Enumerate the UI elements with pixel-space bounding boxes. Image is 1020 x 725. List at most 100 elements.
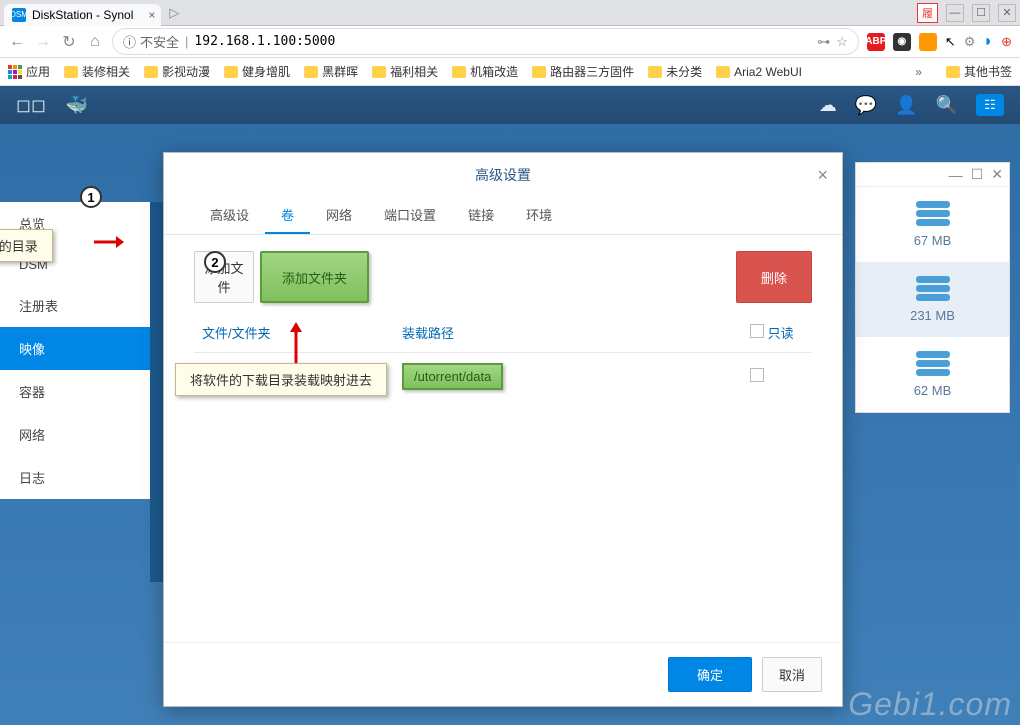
bookmark-item[interactable]: 机箱改造 [452, 63, 518, 80]
close-window-icon[interactable]: ✕ [998, 4, 1016, 22]
folder-icon [648, 66, 662, 78]
key-icon[interactable]: ⊶ [817, 34, 830, 50]
cell-mount: /utorrent/data [394, 353, 742, 401]
bookmark-item[interactable]: 路由器三方固件 [532, 63, 634, 80]
search-icon[interactable]: 🔍 [936, 95, 958, 116]
tab-link[interactable]: 链接 [452, 197, 510, 234]
readonly-checkbox[interactable] [750, 368, 764, 382]
cancel-button[interactable]: 取消 [762, 657, 822, 692]
folder-icon [452, 66, 466, 78]
folder-icon [64, 66, 78, 78]
sidebar-item-network[interactable]: 网络 [0, 413, 150, 456]
other-bookmarks[interactable]: 其他书签 [946, 63, 1012, 80]
widget-icon[interactable]: ☁ [819, 95, 837, 116]
cell-readonly [742, 353, 812, 401]
star-icon[interactable]: ☆ [836, 34, 848, 50]
browser-tab-bar: DSM DiskStation - Synol × ▷ 履 — ☐ ✕ [0, 0, 1020, 26]
mount-path-highlight: /utorrent/data [402, 363, 503, 390]
info-icon: ⓘ [123, 32, 136, 51]
ext-icon-4[interactable]: ⊕ [1001, 34, 1012, 50]
reload-icon[interactable]: ↻ [60, 32, 78, 52]
ext-icon-3[interactable]: ◗ [983, 33, 993, 51]
bookmark-item[interactable]: 福利相关 [372, 63, 438, 80]
address-bar: ← → ↻ ⌂ ⓘ 不安全 | 192.168.1.100:5000 ⊶ ☆ A… [0, 26, 1020, 58]
database-icon [916, 276, 950, 302]
modal-close-icon[interactable]: × [817, 165, 828, 186]
gear-ext-icon[interactable]: ⚙ [964, 34, 976, 50]
col-mount[interactable]: 装载路径 [394, 313, 742, 353]
sidebar-item-container[interactable]: 容器 [0, 370, 150, 413]
extension-badge[interactable]: 履 [917, 3, 938, 23]
docker-icon[interactable]: 🐳 [66, 95, 88, 116]
folder-icon [144, 66, 158, 78]
add-folder-button[interactable]: 添加文件夹 [260, 251, 369, 303]
dsm-menu-icon[interactable]: ◻◻ [16, 95, 46, 116]
bookmark-item[interactable]: 影视动漫 [144, 63, 210, 80]
storage-item[interactable]: 62 MB [856, 337, 1009, 412]
maximize-panel-icon[interactable]: ☐ [971, 166, 984, 183]
back-icon[interactable]: ← [8, 33, 26, 51]
pinned-icon[interactable]: ☷ [976, 94, 1004, 116]
sidebar-item-log[interactable]: 日志 [0, 456, 150, 499]
arrow-icon [94, 234, 124, 250]
folder-icon [716, 66, 730, 78]
arrow-icon [288, 322, 304, 364]
annotation-marker-1: 1 [80, 186, 102, 208]
pointer-icon[interactable]: ↖ [945, 34, 956, 50]
abp-icon[interactable]: ABP [867, 33, 885, 51]
folder-icon [532, 66, 546, 78]
ok-button[interactable]: 确定 [668, 657, 752, 692]
new-tab-icon[interactable]: ▷ [169, 5, 179, 21]
annotation-note-2: 将软件的下载目录装载映射进去 [175, 363, 387, 396]
storage-item[interactable]: 231 MB [856, 262, 1009, 337]
user-icon[interactable]: 👤 [895, 95, 917, 116]
bookmark-bar: 应用 装修相关 影视动漫 健身增肌 黑群晖 福利相关 机箱改造 路由器三方固件 … [0, 58, 1020, 86]
annotation-marker-2: 2 [204, 251, 226, 273]
tab-volume[interactable]: 卷 [265, 197, 310, 234]
notification-icon[interactable]: 💬 [855, 95, 877, 116]
database-icon [916, 351, 950, 377]
storage-item[interactable]: 67 MB [856, 187, 1009, 262]
bookmark-item[interactable]: 未分类 [648, 63, 702, 80]
checkbox[interactable] [750, 324, 764, 338]
security-info[interactable]: ⓘ 不安全 [123, 32, 179, 51]
dsm-desktop: ◻◻ 🐳 ☁ 💬 👤 🔍 ☷ 总览 DSM 注册表 映像 容器 网络 日志 — … [0, 86, 1020, 725]
tab-advanced[interactable]: 高级设 [194, 197, 265, 234]
modal-toolbar: 添加文件 添加文件夹 删除 [164, 235, 842, 313]
close-panel-icon[interactable]: ✕ [991, 166, 1003, 183]
maximize-icon[interactable]: ☐ [972, 4, 990, 22]
database-icon [916, 201, 950, 227]
bookmark-item[interactable]: 健身增肌 [224, 63, 290, 80]
bookmark-item[interactable]: Aria2 WebUI [716, 65, 802, 79]
url-field[interactable]: ⓘ 不安全 | 192.168.1.100:5000 ⊶ ☆ [112, 28, 859, 55]
annotation-note-1: 本地建立utorrent的目录 [0, 229, 53, 262]
modal-title: 高级设置 × [164, 153, 842, 197]
tab-port[interactable]: 端口设置 [368, 197, 452, 234]
tab-close-icon[interactable]: × [148, 8, 155, 22]
bookmark-more[interactable]: » [915, 65, 922, 79]
tab-env[interactable]: 环境 [510, 197, 568, 234]
folder-icon [946, 66, 960, 78]
apps-icon [8, 65, 22, 79]
modal-footer: 确定 取消 [164, 642, 842, 706]
url-text: 192.168.1.100:5000 [194, 34, 335, 49]
storage-panel-header: — ☐ ✕ [856, 163, 1009, 187]
ext-icon-1[interactable]: ◉ [893, 33, 911, 51]
sidebar-item-registry[interactable]: 注册表 [0, 284, 150, 327]
modal-tabs: 高级设 卷 网络 端口设置 链接 环境 [164, 197, 842, 235]
bookmark-item[interactable]: 黑群晖 [304, 63, 358, 80]
forward-icon: → [34, 33, 52, 51]
tab-title: DiskStation - Synol [32, 8, 133, 22]
apps-shortcut[interactable]: 应用 [8, 63, 50, 80]
dsm-taskbar: ◻◻ 🐳 ☁ 💬 👤 🔍 ☷ [0, 86, 1020, 124]
col-readonly[interactable]: 只读 [742, 313, 812, 353]
bookmark-item[interactable]: 装修相关 [64, 63, 130, 80]
minimize-panel-icon[interactable]: — [949, 167, 963, 183]
minimize-icon[interactable]: — [946, 4, 964, 22]
home-icon[interactable]: ⌂ [86, 33, 104, 51]
sidebar-item-image[interactable]: 映像 [0, 327, 150, 370]
browser-tab[interactable]: DSM DiskStation - Synol × [4, 4, 161, 26]
delete-button[interactable]: 删除 [736, 251, 812, 303]
ext-icon-2[interactable] [919, 33, 937, 51]
tab-network[interactable]: 网络 [310, 197, 368, 234]
